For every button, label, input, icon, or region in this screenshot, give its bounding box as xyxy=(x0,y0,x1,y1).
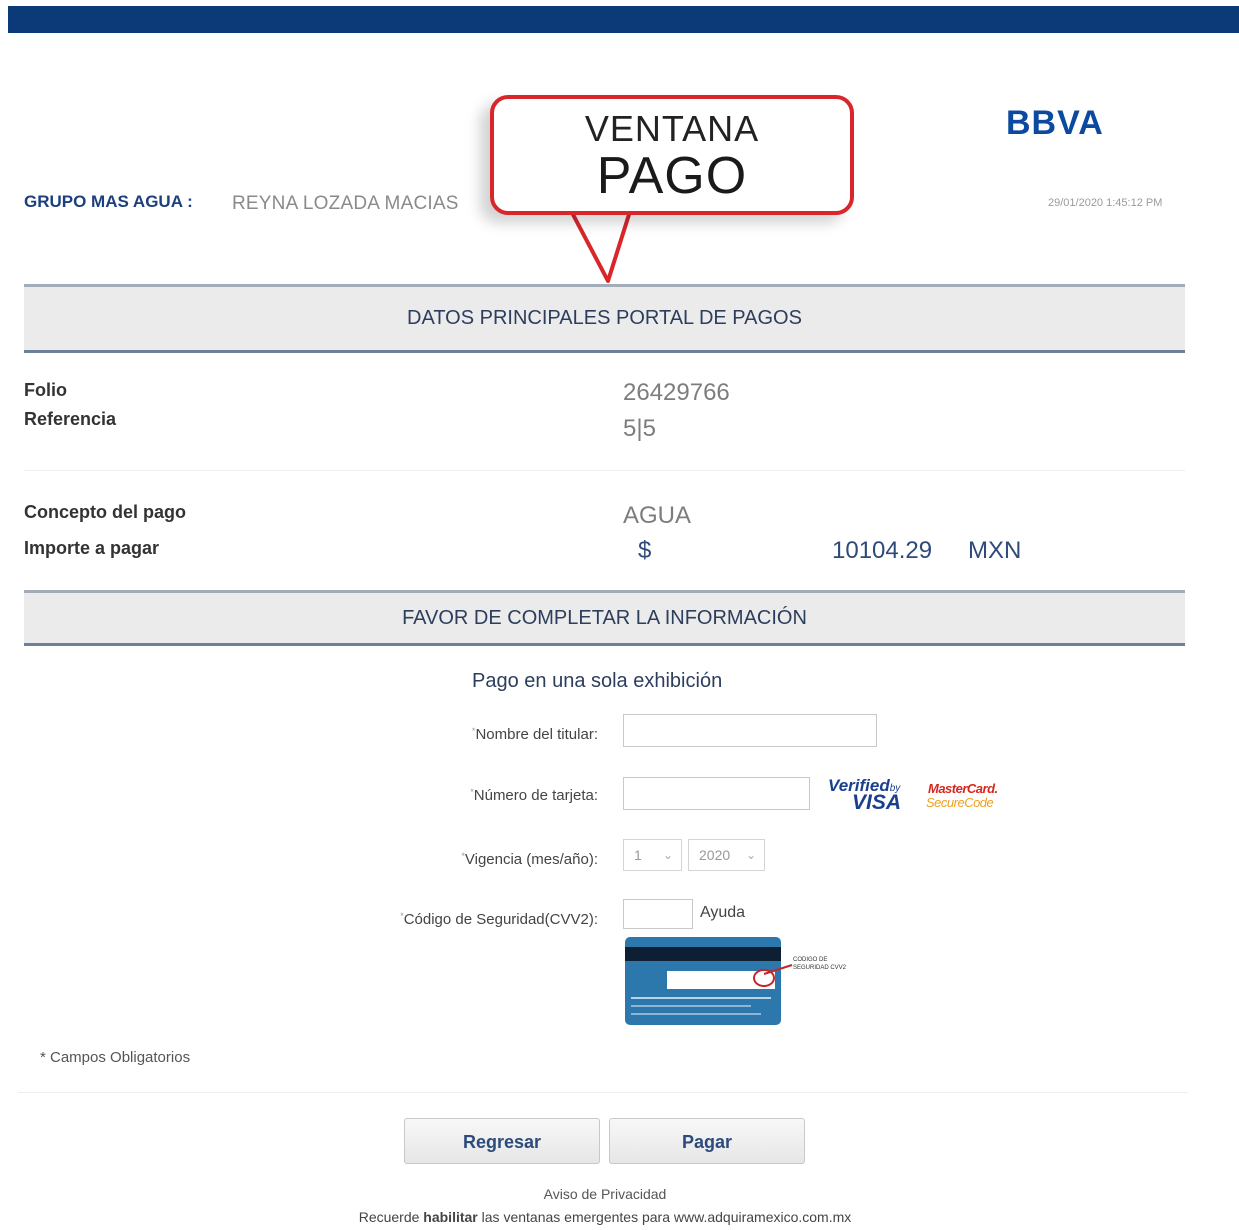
folio-value: 26429766 xyxy=(623,379,730,406)
cvv-label: *Código de Seguridad(CVV2): xyxy=(400,911,598,928)
visa-logo-text: VISA xyxy=(852,791,902,814)
callout-title-line2: PAGO xyxy=(596,147,748,205)
pagar-button[interactable]: Pagar xyxy=(609,1118,805,1164)
nombre-titular-input[interactable] xyxy=(623,714,877,747)
popup-reminder: Recuerde habilitar las ventanas emergent… xyxy=(358,1209,852,1225)
vigencia-mes-value: 1 xyxy=(634,847,642,863)
aviso-privacidad-link[interactable]: Aviso de Privacidad xyxy=(0,1186,1210,1202)
card-back-image xyxy=(625,937,781,1025)
mastercard-logo: MasterCard. xyxy=(928,781,998,796)
concepto-label: Concepto del pago xyxy=(24,502,186,522)
referencia-value: 5|5 xyxy=(623,415,656,442)
ayuda-link[interactable]: Ayuda xyxy=(700,904,745,922)
numero-tarjeta-input[interactable] xyxy=(623,777,810,810)
divider xyxy=(18,1092,1188,1093)
top-bar xyxy=(8,6,1239,33)
chevron-down-icon: ⌄ xyxy=(662,848,673,862)
mastercard-securecode-logo: SecureCode xyxy=(926,795,994,810)
currency-code: MXN xyxy=(968,537,1022,564)
cvv-note: CODIGO DE SEGURIDAD CVV2 xyxy=(793,957,847,971)
vigencia-anio-value: 2020 xyxy=(699,847,731,863)
payment-type-subtitle: Pago en una sola exhibición xyxy=(472,670,723,692)
currency-symbol: $ xyxy=(638,537,652,564)
importe-value: 10104.29 xyxy=(832,537,933,564)
numero-tarjeta-label: *Número de tarjeta: xyxy=(470,787,598,804)
importe-label: Importe a pagar xyxy=(24,538,160,558)
referencia-label: Referencia xyxy=(24,409,117,429)
vigencia-label: *Vigencia (mes/año): xyxy=(461,851,598,868)
cvv-input[interactable] xyxy=(623,899,693,929)
callout-title-line1: VENTANA xyxy=(584,108,760,149)
customer-name: REYNA LOZADA MACIAS xyxy=(232,193,459,214)
vigencia-mes-select[interactable]: 1 ⌄ xyxy=(623,839,682,871)
section-header-complete-info: FAVOR DE COMPLETAR LA INFORMACIÓN xyxy=(24,590,1185,646)
callout-pointer-icon xyxy=(568,205,634,283)
regresar-button[interactable]: Regresar xyxy=(404,1118,600,1164)
chevron-down-icon: ⌄ xyxy=(745,848,756,862)
divider xyxy=(24,470,1185,471)
nombre-titular-label: *Nombre del titular: xyxy=(471,726,598,743)
concepto-value: AGUA xyxy=(623,502,692,529)
timestamp: 29/01/2020 1:45:12 PM xyxy=(1048,197,1163,209)
folio-label: Folio xyxy=(24,380,67,400)
bbva-logo: BBVA xyxy=(1006,104,1104,142)
merchant-name: GRUPO MAS AGUA : xyxy=(24,192,193,211)
section-header-main-data: DATOS PRINCIPALES PORTAL DE PAGOS xyxy=(24,284,1185,353)
required-fields-note: * Campos Obligatorios xyxy=(40,1049,191,1066)
arrow-icon xyxy=(763,964,793,975)
vigencia-anio-select[interactable]: 2020 ⌄ xyxy=(688,839,765,871)
